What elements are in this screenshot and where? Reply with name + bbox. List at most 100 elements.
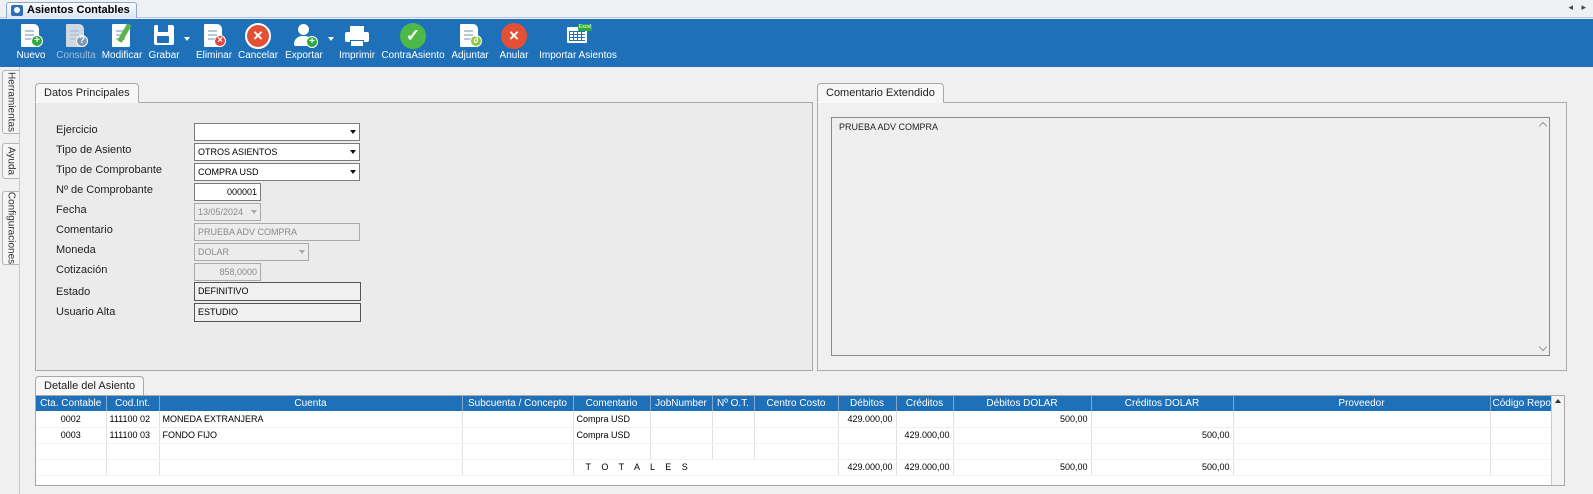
table-row[interactable] xyxy=(36,443,1554,460)
cell[interactable] xyxy=(896,411,954,428)
scroll-down-icon[interactable] xyxy=(1538,342,1548,352)
cell[interactable] xyxy=(1233,443,1491,460)
cell[interactable]: 429.000,00 xyxy=(838,411,897,428)
col-debitos[interactable]: Débitos xyxy=(838,396,897,411)
col-centro-costo[interactable]: Centro Costo xyxy=(754,396,839,411)
moneda-select[interactable]: DOLAR xyxy=(194,243,309,261)
grabar-button[interactable]: Grabar xyxy=(147,21,181,65)
tipo-asiento-select[interactable]: OTROS ASIENTOS xyxy=(194,143,360,161)
comentario-input[interactable]: PRUEBA ADV COMPRA xyxy=(194,223,360,241)
cell[interactable] xyxy=(650,411,713,428)
cell[interactable] xyxy=(838,443,897,460)
table-row[interactable]: 0002 111100 02 MONEDA EXTRANJERA Compra … xyxy=(36,411,1554,428)
tab-scroll-arrows-icon[interactable]: ◂ ▸ xyxy=(1568,2,1589,13)
nro-comprobante-input[interactable]: 000001 xyxy=(194,183,261,201)
cancelar-button[interactable]: × Cancelar xyxy=(238,21,278,65)
col-subcuenta[interactable]: Subcuenta / Concepto xyxy=(462,396,574,411)
cell[interactable] xyxy=(159,443,463,460)
nuevo-button[interactable]: + Nuevo xyxy=(14,21,48,65)
exportar-button[interactable]: + Exportar xyxy=(283,21,325,65)
col-proveedor[interactable]: Proveedor xyxy=(1233,396,1491,411)
cell[interactable]: 0003 xyxy=(36,427,107,444)
cell[interactable] xyxy=(650,427,713,444)
modificar-label: Modificar xyxy=(101,50,143,61)
cell[interactable] xyxy=(754,443,839,460)
comentario-extendido-tab[interactable]: Comentario Extendido xyxy=(817,83,944,103)
cell[interactable] xyxy=(953,427,1092,444)
grabar-dropdown-icon[interactable] xyxy=(184,37,190,41)
col-creditos-dolar[interactable]: Créditos DOLAR xyxy=(1091,396,1234,411)
cell[interactable] xyxy=(1490,411,1554,428)
importar-asientos-button[interactable]: Excel Importar Asientos xyxy=(538,21,618,65)
exportar-dropdown-icon[interactable] xyxy=(328,37,334,41)
cell[interactable]: Compra USD xyxy=(573,411,651,428)
cell[interactable]: 500,00 xyxy=(1091,427,1234,444)
anular-button[interactable]: × Anular xyxy=(496,21,532,65)
cell[interactable] xyxy=(1233,427,1491,444)
cell[interactable] xyxy=(896,443,954,460)
ejercicio-select[interactable] xyxy=(194,123,360,141)
cell[interactable]: 111100 03 xyxy=(106,427,160,444)
col-cod-int[interactable]: Cod.Int. xyxy=(106,396,160,411)
col-creditos[interactable]: Créditos xyxy=(896,396,954,411)
scroll-up-icon[interactable] xyxy=(1555,399,1561,403)
imprimir-button[interactable]: Imprimir xyxy=(338,21,376,65)
eliminar-button[interactable]: × Eliminar xyxy=(195,21,233,65)
tipo-comprobante-select[interactable]: COMPRA USD xyxy=(194,163,360,181)
fecha-value: 13/05/2024 xyxy=(198,207,244,217)
cell[interactable] xyxy=(462,427,574,444)
col-debitos-dolar[interactable]: Débitos DOLAR xyxy=(953,396,1092,411)
consulta-button[interactable]: ? Consulta xyxy=(56,21,96,65)
col-cta-contable[interactable]: Cta. Contable xyxy=(36,396,107,411)
cell[interactable] xyxy=(106,443,160,460)
cell[interactable] xyxy=(953,443,1092,460)
cell[interactable]: MONEDA EXTRANJERA xyxy=(159,411,463,428)
datos-principales-tab[interactable]: Datos Principales xyxy=(35,83,139,103)
cell[interactable] xyxy=(1233,411,1491,428)
cotizacion-input[interactable]: 858,0000 xyxy=(194,263,261,281)
col-comentario[interactable]: Comentario xyxy=(573,396,651,411)
tab-herramientas[interactable]: Herramientas xyxy=(2,70,19,134)
cell[interactable]: 0002 xyxy=(36,411,107,428)
cell[interactable]: 429.000,00 xyxy=(896,427,954,444)
cancelar-label: Cancelar xyxy=(238,50,279,61)
cell[interactable] xyxy=(754,411,839,428)
tab-asientos-contables[interactable]: Asientos Contables xyxy=(6,2,137,18)
col-codigo-repo[interactable]: Código Repo xyxy=(1490,396,1554,411)
cell[interactable] xyxy=(712,427,755,444)
adjuntar-button[interactable]: ∂ Adjuntar xyxy=(450,21,490,65)
col-cuenta[interactable]: Cuenta xyxy=(159,396,463,411)
cell[interactable] xyxy=(1091,443,1234,460)
modificar-button[interactable]: Modificar xyxy=(101,21,143,65)
cell[interactable] xyxy=(1490,427,1554,444)
table-row[interactable]: 0003 111100 03 FONDO FIJO Compra USD 429… xyxy=(36,427,1554,444)
cell[interactable] xyxy=(712,443,755,460)
cell[interactable] xyxy=(462,411,574,428)
col-jobnumber[interactable]: JobNumber xyxy=(650,396,713,411)
cell[interactable] xyxy=(754,427,839,444)
fecha-datepicker[interactable]: 13/05/2024 xyxy=(194,203,261,221)
col-nro-ot[interactable]: Nº O.T. xyxy=(712,396,755,411)
detalle-asiento-tab[interactable]: Detalle del Asiento xyxy=(35,376,145,396)
scroll-up-icon[interactable] xyxy=(1538,121,1548,131)
printer-icon xyxy=(344,23,370,49)
cell[interactable] xyxy=(838,427,897,444)
cell[interactable] xyxy=(462,443,574,460)
comentario-extendido-textarea[interactable]: PRUEBA ADV COMPRA xyxy=(831,117,1550,356)
cell[interactable]: FONDO FIJO xyxy=(159,427,463,444)
cell[interactable]: 500,00 xyxy=(953,411,1092,428)
estado-value: DEFINITIVO xyxy=(194,282,361,301)
cell[interactable] xyxy=(1091,411,1234,428)
cell[interactable] xyxy=(36,443,107,460)
tab-ayuda[interactable]: Ayuda xyxy=(2,143,19,179)
cell[interactable]: 111100 02 xyxy=(106,411,160,428)
tab-configuraciones[interactable]: Configuraciones xyxy=(2,191,19,265)
cell[interactable] xyxy=(712,411,755,428)
contra-asiento-button[interactable]: ✓ ContraAsiento xyxy=(381,21,445,65)
cell[interactable] xyxy=(650,443,713,460)
cell[interactable] xyxy=(573,443,651,460)
cell[interactable] xyxy=(1490,443,1554,460)
cell[interactable]: Compra USD xyxy=(573,427,651,444)
cell xyxy=(36,459,107,476)
grid-vertical-scrollbar[interactable] xyxy=(1551,396,1564,485)
